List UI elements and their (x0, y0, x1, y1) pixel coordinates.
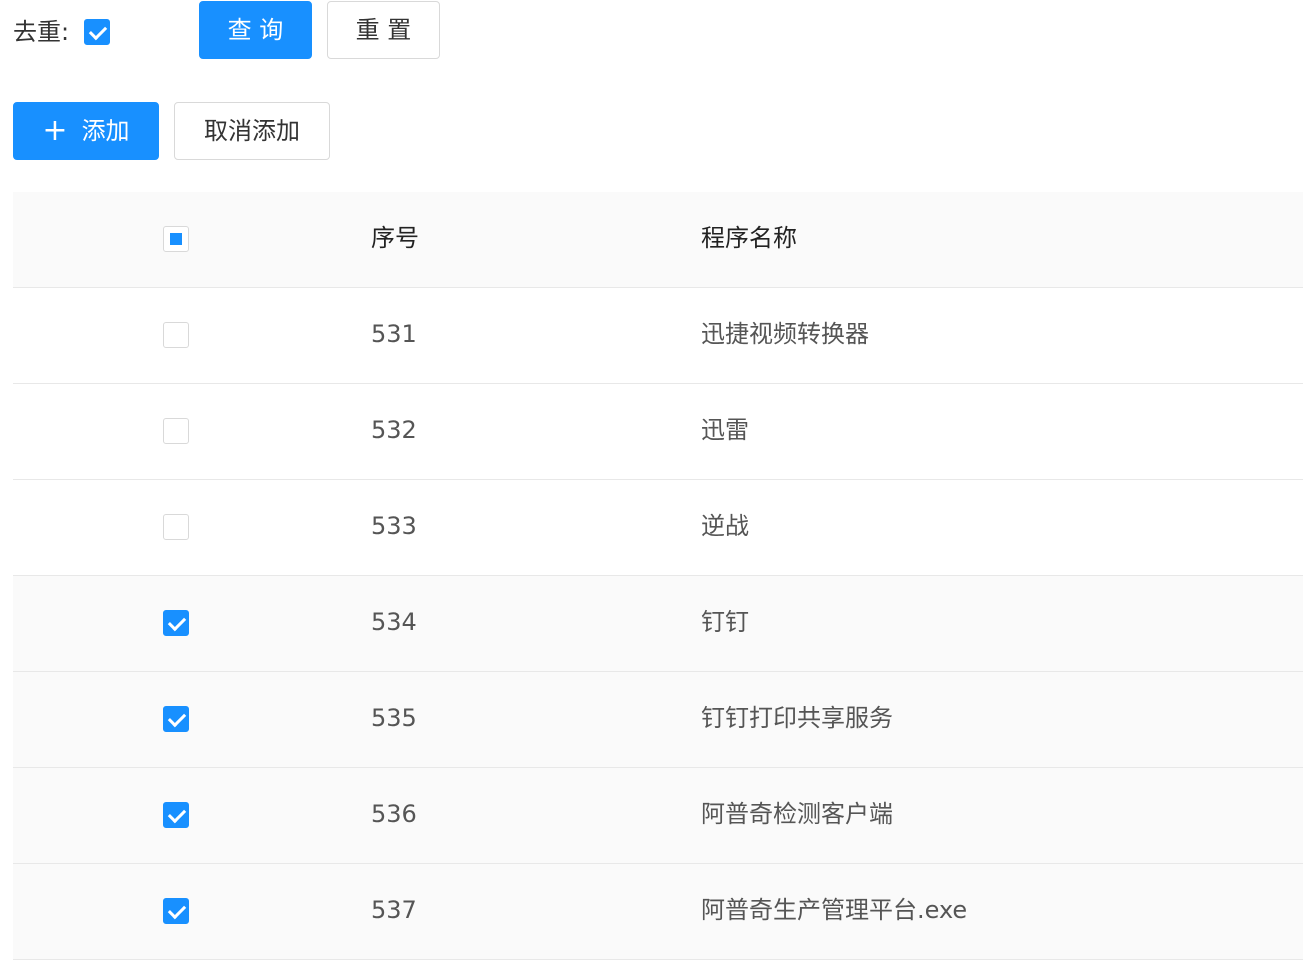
row-index: 533 (371, 512, 417, 540)
add-button[interactable]: + 添加 (13, 102, 159, 160)
table-body: 531 迅捷视频转换器 532 迅雷 533 逆战 534 钉钉 535 钉钉打印共享服务 536 阿… (13, 288, 1303, 960)
table-row[interactable]: 534 钉钉 (13, 576, 1303, 672)
column-header-name: 程序名称 (701, 224, 797, 252)
table-row[interactable]: 536 阿普奇检测客户端 (13, 768, 1303, 864)
select-all-checkbox[interactable] (163, 226, 189, 252)
cancel-add-button[interactable]: 取消添加 (174, 102, 330, 160)
dedupe-checkbox[interactable] (84, 19, 110, 45)
row-checkbox[interactable] (163, 706, 189, 732)
row-index: 536 (371, 800, 417, 828)
table-row[interactable]: 531 迅捷视频转换器 (13, 288, 1303, 384)
row-program-name: 钉钉打印共享服务 (701, 704, 893, 732)
row-index: 537 (371, 896, 417, 924)
column-header-index: 序号 (371, 224, 419, 252)
row-program-name: 迅雷 (701, 416, 749, 444)
row-checkbox[interactable] (163, 898, 189, 924)
row-program-name: 阿普奇生产管理平台.exe (701, 896, 968, 924)
program-table: 序号 程序名称 531 迅捷视频转换器 532 迅雷 533 逆战 534 钉钉 535 钉钉打印… (13, 192, 1303, 960)
row-program-name: 钉钉 (701, 608, 749, 636)
add-button-label: 添加 (81, 117, 130, 145)
table-row[interactable]: 535 钉钉打印共享服务 (13, 672, 1303, 768)
row-checkbox[interactable] (163, 322, 189, 348)
row-program-name: 迅捷视频转换器 (701, 320, 869, 348)
row-index: 534 (371, 608, 417, 636)
row-checkbox[interactable] (163, 802, 189, 828)
row-checkbox[interactable] (163, 514, 189, 540)
table-row[interactable]: 537 阿普奇生产管理平台.exe (13, 864, 1303, 960)
row-index: 531 (371, 320, 417, 348)
query-button[interactable]: 查 询 (199, 1, 312, 59)
table-row[interactable]: 533 逆战 (13, 480, 1303, 576)
row-checkbox[interactable] (163, 610, 189, 636)
filter-bar: 去重: 查 询 重 置 (13, 0, 1293, 62)
table-header: 序号 程序名称 (13, 192, 1303, 288)
row-index: 532 (371, 416, 417, 444)
row-index: 535 (371, 704, 417, 732)
reset-button[interactable]: 重 置 (327, 1, 440, 59)
row-checkbox[interactable] (163, 418, 189, 444)
plus-icon: + (42, 113, 68, 148)
row-program-name: 逆战 (701, 512, 749, 540)
dedupe-label: 去重: (13, 18, 70, 46)
row-program-name: 阿普奇检测客户端 (701, 800, 893, 828)
table-row[interactable]: 532 迅雷 (13, 384, 1303, 480)
